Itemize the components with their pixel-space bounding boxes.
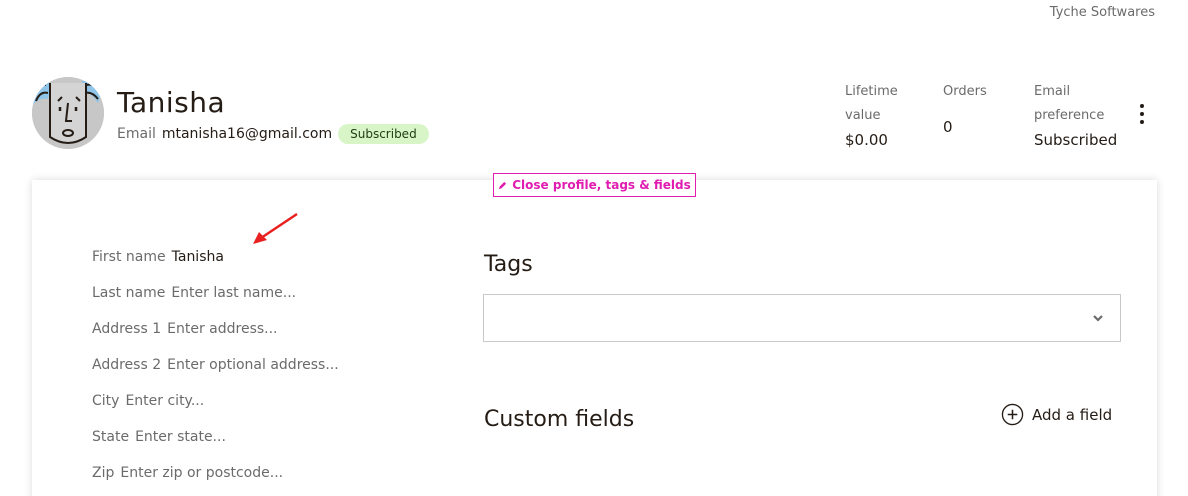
- zip-input[interactable]: Enter zip or postcode...: [120, 465, 283, 481]
- stat-lifetime-label-2: value: [845, 108, 881, 123]
- stat-lifetime-value: Lifetime value $0.00: [845, 80, 925, 152]
- city-input[interactable]: Enter city...: [125, 393, 204, 409]
- avatar-face-icon: [32, 77, 104, 149]
- chevron-down-icon: [1093, 315, 1103, 322]
- stat-email-value: Subscribed: [1034, 131, 1118, 149]
- close-profile-button[interactable]: Close profile, tags & fields: [493, 173, 696, 197]
- state-input[interactable]: Enter state...: [135, 429, 226, 445]
- field-last-name[interactable]: Last name Enter last name...: [92, 285, 296, 301]
- stat-orders: Orders 0: [943, 80, 987, 139]
- add-field-label: Add a field: [1032, 405, 1113, 424]
- field-label: Zip: [92, 465, 115, 481]
- field-city[interactable]: City Enter city...: [92, 393, 204, 409]
- pencil-icon: [499, 181, 507, 189]
- account-name[interactable]: Tyche Softwares: [1050, 5, 1155, 20]
- more-vertical-icon[interactable]: [1135, 104, 1149, 124]
- field-state[interactable]: State Enter state...: [92, 429, 226, 445]
- first-name-value[interactable]: Tanisha: [172, 249, 224, 265]
- field-label: First name: [92, 249, 166, 265]
- email-address: mtanisha16@gmail.com: [161, 126, 333, 142]
- field-zip[interactable]: Zip Enter zip or postcode...: [92, 465, 283, 481]
- plus-circle-icon: [1001, 403, 1024, 426]
- custom-fields-heading: Custom fields: [484, 407, 635, 432]
- field-label: State: [92, 429, 130, 445]
- contact-name: Tanisha: [117, 86, 226, 119]
- avatar: [32, 77, 104, 149]
- status-badge: Subscribed: [338, 124, 429, 144]
- field-label: Last name: [92, 285, 166, 301]
- tags-select[interactable]: [483, 294, 1121, 342]
- annotation-arrow-icon: [253, 212, 298, 244]
- field-first-name[interactable]: First name Tanisha: [92, 249, 224, 265]
- last-name-input[interactable]: Enter last name...: [171, 285, 296, 301]
- stat-email-label-2: preference: [1034, 108, 1105, 123]
- stat-email-label-1: Email: [1034, 84, 1071, 99]
- stat-lifetime-label-1: Lifetime: [845, 84, 898, 99]
- address-2-input[interactable]: Enter optional address...: [167, 357, 339, 373]
- tags-heading: Tags: [484, 252, 533, 277]
- address-1-input[interactable]: Enter address...: [167, 321, 277, 337]
- stat-orders-count: 0: [943, 118, 953, 136]
- stat-email-preference: Email preference Subscribed: [1034, 80, 1124, 152]
- field-address-1[interactable]: Address 1 Enter address...: [92, 321, 278, 337]
- stat-lifetime-amount: $0.00: [845, 131, 888, 149]
- email-row: Email mtanisha16@gmail.com Subscribed: [117, 124, 429, 144]
- email-label: Email: [117, 126, 156, 142]
- field-label: Address 2: [92, 357, 162, 373]
- field-label: City: [92, 393, 120, 409]
- stat-orders-label: Orders: [943, 84, 987, 99]
- close-profile-label: Close profile, tags & fields: [512, 178, 691, 192]
- field-label: Address 1: [92, 321, 162, 337]
- add-field-button[interactable]: Add a field: [1001, 403, 1112, 426]
- field-address-2[interactable]: Address 2 Enter optional address...: [92, 357, 339, 373]
